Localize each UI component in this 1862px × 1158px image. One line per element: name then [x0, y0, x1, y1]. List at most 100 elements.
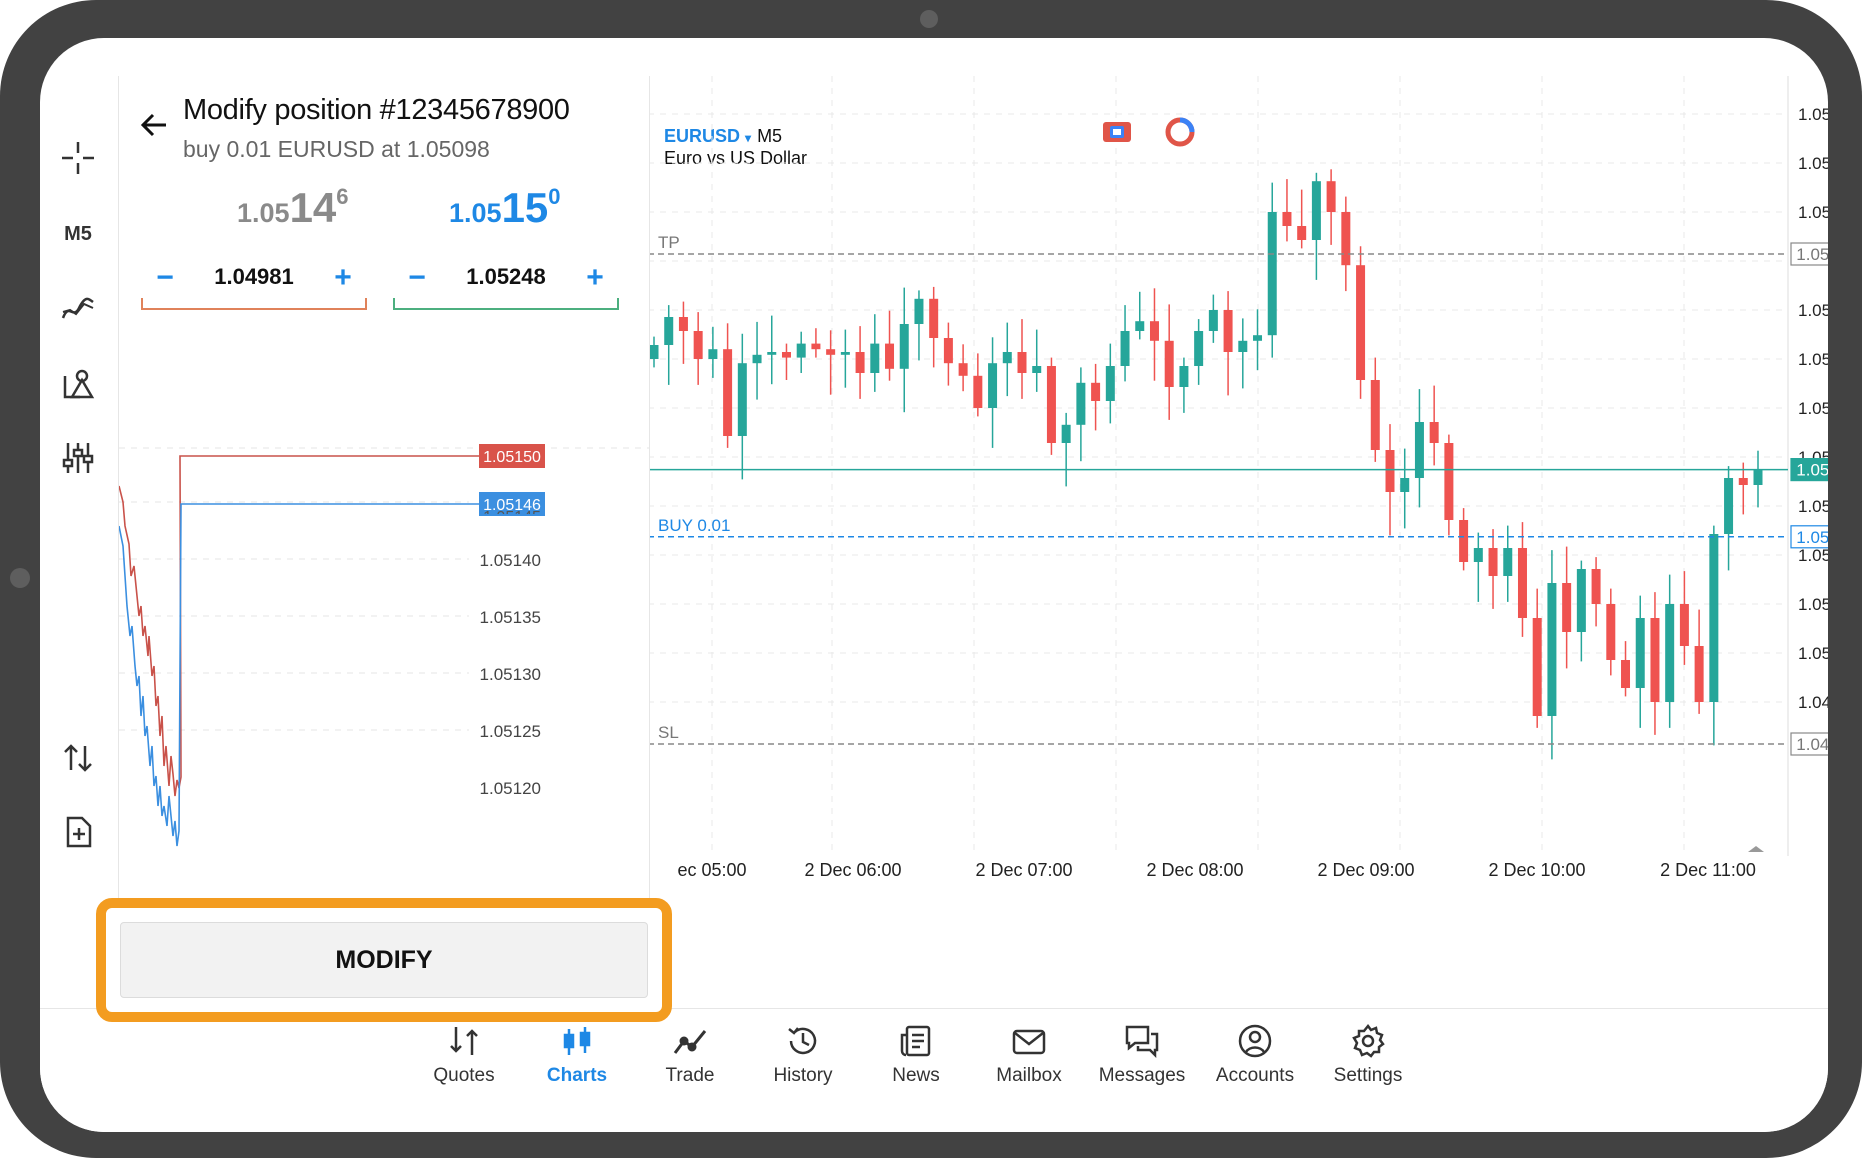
nav-history[interactable]: History	[748, 1009, 858, 1109]
mailbox-icon	[1012, 1029, 1046, 1055]
candle-body	[943, 338, 953, 364]
time-axis-label: 2 Dec 08:00	[1146, 860, 1243, 880]
candle-body	[1179, 366, 1189, 387]
candle-body	[870, 343, 880, 373]
nav-label: Charts	[546, 1065, 608, 1086]
mini-axis-label: 1.05135	[480, 608, 541, 627]
bid-prefix: 1.05	[237, 198, 290, 228]
candle-body	[914, 298, 924, 324]
candle-body	[1709, 534, 1719, 702]
trade-levels-icon[interactable]	[1103, 122, 1131, 142]
candle-body	[1356, 265, 1366, 380]
nav-accounts[interactable]: Accounts	[1200, 1009, 1310, 1109]
candle-body	[1164, 340, 1174, 387]
candle-body	[1105, 366, 1115, 401]
sl-minus-button[interactable]: −	[147, 260, 183, 296]
modify-button[interactable]: MODIFY	[120, 922, 648, 998]
tp-minus-button[interactable]: −	[399, 260, 435, 296]
bid-sup: 6	[336, 184, 349, 209]
open-price-tag-label: 1.05098	[1796, 528, 1828, 547]
chart-toolbar: M5	[40, 78, 118, 1008]
candle-body	[1223, 310, 1233, 352]
nav-quotes[interactable]: Quotes	[409, 1009, 519, 1109]
time-axis-label: 2 Dec 07:00	[975, 860, 1072, 880]
candle-body	[1238, 340, 1248, 352]
side-sensor	[10, 568, 30, 588]
candle-body	[1635, 618, 1645, 688]
candle-body	[1091, 382, 1101, 401]
new-order-icon[interactable]	[48, 802, 108, 862]
candle-body	[826, 349, 836, 355]
price-axis-label: 1.05260	[1798, 301, 1828, 320]
candle-body	[840, 352, 850, 355]
candle-body	[1253, 335, 1263, 341]
take-profit-value[interactable]: 1.05248	[433, 264, 579, 290]
app-screen: M5 EURUSD ▾ M5 Euro vs US Dollar TP SL B…	[40, 38, 1828, 1132]
back-arrow-icon[interactable]	[131, 102, 177, 148]
history-icon	[788, 1027, 817, 1055]
candle-body	[678, 317, 688, 331]
bid-under-label: 1.05145	[483, 509, 541, 526]
candle-body	[1429, 422, 1439, 443]
charts-icon	[563, 1027, 591, 1055]
indicators-icon[interactable]	[48, 278, 108, 338]
candle-body	[988, 363, 998, 408]
camera-dot	[920, 10, 938, 28]
candle-body	[1753, 469, 1763, 485]
candle-body	[1032, 366, 1042, 373]
candle-body	[752, 354, 762, 364]
candle-body	[1061, 424, 1071, 443]
time-axis-label: 2 Dec 10:00	[1488, 860, 1585, 880]
objects-icon[interactable]	[48, 354, 108, 414]
tick-chart: 1.05150 1.05146 1.05145 1.05140 1.05135 …	[119, 444, 649, 847]
nav-messages[interactable]: Messages	[1087, 1009, 1197, 1109]
ask-sup: 0	[548, 184, 561, 209]
nav-charts[interactable]: Charts	[522, 1009, 632, 1109]
nav-trade[interactable]: Trade	[635, 1009, 745, 1109]
candle-body	[1208, 310, 1218, 331]
mini-axis-label: 1.05120	[480, 779, 541, 798]
scroll-to-end-icon[interactable]	[1748, 846, 1764, 852]
candle-body	[929, 298, 939, 338]
price-axis-label: 1.05120	[1798, 497, 1828, 516]
signals-icon[interactable]	[1165, 117, 1195, 147]
candle-body	[1738, 478, 1748, 485]
accounts-icon	[1238, 1024, 1272, 1058]
nav-settings[interactable]: Settings	[1313, 1009, 1423, 1109]
price-axis-label: 1.05225	[1798, 350, 1828, 369]
stop-loss-value[interactable]: 1.04981	[181, 264, 327, 290]
crosshair-icon[interactable]	[48, 128, 108, 188]
candle-body	[708, 349, 718, 359]
bid-tick-line	[119, 503, 479, 847]
sl-plus-button[interactable]: +	[325, 260, 361, 296]
nav-news[interactable]: News	[861, 1009, 971, 1109]
position-summary: buy 0.01 EURUSD at 1.05098	[183, 136, 490, 162]
price-axis-label: 1.05190	[1798, 399, 1828, 418]
tp-underline	[393, 298, 619, 310]
one-click-trading-icon[interactable]	[48, 728, 108, 788]
candle-body	[1046, 366, 1056, 443]
mini-axis-label: 1.05130	[480, 665, 541, 684]
candle-body	[1076, 382, 1086, 425]
bid-big: 14	[289, 184, 337, 231]
candle-body	[1385, 450, 1395, 492]
candle-body	[1694, 646, 1704, 702]
tablet-device: M5 EURUSD ▾ M5 Euro vs US Dollar TP SL B…	[0, 0, 1862, 1158]
candle-body	[899, 324, 909, 369]
settings-sliders-icon[interactable]	[48, 428, 108, 488]
candle-body	[1517, 548, 1527, 618]
tp-plus-button[interactable]: +	[577, 260, 613, 296]
candle-body	[796, 343, 806, 358]
nav-label: Quotes	[433, 1065, 495, 1086]
candle-body	[1341, 212, 1351, 266]
nav-label: History	[773, 1065, 833, 1086]
timeframe-button[interactable]: M5	[48, 204, 108, 264]
candle-body	[1459, 520, 1469, 562]
nav-mailbox[interactable]: Mailbox	[974, 1009, 1084, 1109]
trade-icon	[673, 1030, 707, 1054]
candle-body	[1665, 604, 1675, 702]
main-chart[interactable]: EURUSD ▾ M5 Euro vs US Dollar TP SL BUY …	[648, 76, 1828, 976]
candle-body	[1724, 478, 1734, 534]
candle-body	[1547, 583, 1557, 716]
bottom-navigation: Quotes Charts Trade History News Mailbox…	[40, 1008, 1828, 1132]
